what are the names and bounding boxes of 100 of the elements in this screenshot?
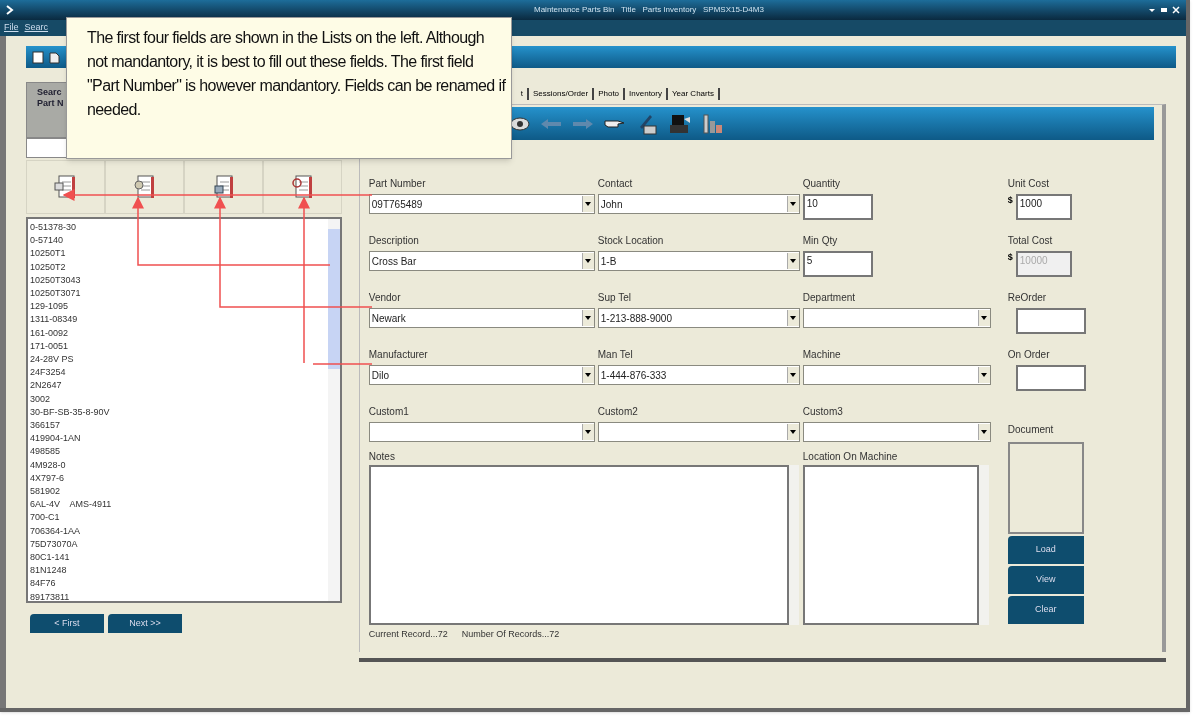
- list-item[interactable]: 80C1-141: [30, 551, 328, 565]
- field-label: Stock Location: [597, 235, 664, 246]
- menu-item[interactable]: Searc: [24, 21, 49, 35]
- list-item[interactable]: 10250T3071: [30, 287, 328, 301]
- list-item[interactable]: 0-57140: [30, 234, 328, 248]
- status-text: Number Of Records...72: [461, 628, 560, 641]
- tab[interactable]: Sessions/Order: [529, 88, 595, 100]
- minimize-icon[interactable]: [1148, 6, 1156, 14]
- close-icon[interactable]: [1172, 6, 1180, 14]
- list-item[interactable]: 1311-08349: [30, 313, 328, 327]
- combo-box[interactable]: Newark: [368, 308, 595, 328]
- tooltip: The first four fields are shown in the Lists on the left. Although not mandantory, it is best to fill out these fields. The first field "Part Number" is however mandantory. Fields can be renamed if needed.: [66, 17, 512, 159]
- field-label: Part Number: [368, 178, 426, 189]
- combo-box[interactable]: Cross Bar: [368, 251, 595, 271]
- combo-box[interactable]: 1-444-876-333: [597, 365, 800, 385]
- list-item[interactable]: 10250T1: [30, 247, 328, 261]
- currency-symbol: $: [1007, 251, 1014, 264]
- list-button[interactable]: [183, 160, 263, 214]
- header-text: Searc: [37, 87, 62, 98]
- tab[interactable]: Photo: [594, 88, 626, 100]
- list-item[interactable]: 10250T3043: [30, 273, 328, 287]
- list-item[interactable]: 4X797-6: [30, 471, 328, 486]
- printer-icon[interactable]: [667, 112, 692, 135]
- text-field[interactable]: [1015, 365, 1086, 391]
- combo-box[interactable]: 1-213-888-9000: [597, 308, 800, 328]
- field-label: Custom2: [597, 406, 638, 417]
- text-field[interactable]: 5: [802, 251, 873, 277]
- maximize-icon[interactable]: [1160, 6, 1168, 14]
- window-title: Maintenance Parts Bin Title Parts Inventory SPMSX15-D4M3: [534, 4, 764, 16]
- list-item[interactable]: 75D73070A: [30, 537, 328, 552]
- list-item[interactable]: 581902: [30, 485, 328, 499]
- list-item[interactable]: 419904-1AN: [30, 432, 328, 446]
- list-item[interactable]: 161-0092: [30, 326, 328, 340]
- currency-symbol: $: [1007, 194, 1014, 207]
- page-icon[interactable]: [32, 50, 44, 64]
- list-button[interactable]: [262, 160, 342, 214]
- text-field[interactable]: [1015, 308, 1086, 334]
- list-button[interactable]: [26, 160, 105, 214]
- document-button[interactable]: Load: [1007, 536, 1084, 564]
- bar-chart-icon[interactable]: [701, 112, 724, 135]
- field-label: On Order: [1007, 349, 1050, 360]
- text-field[interactable]: 10: [802, 194, 873, 220]
- field-label: Custom3: [802, 406, 843, 417]
- document-icon: [212, 175, 235, 199]
- list-item[interactable]: 129-1095: [30, 300, 328, 314]
- list-item[interactable]: 3002: [30, 392, 328, 406]
- field-label: Total Cost: [1007, 235, 1053, 246]
- scrollbar[interactable]: [978, 465, 989, 625]
- list-item[interactable]: 10250T2: [30, 260, 328, 274]
- document-icon: [133, 175, 156, 199]
- list-item[interactable]: 2N2647: [30, 379, 328, 393]
- document-button[interactable]: Clear: [1007, 596, 1084, 624]
- field-label: Notes: [368, 450, 396, 464]
- field-label: Vendor: [368, 292, 401, 303]
- list-item[interactable]: 84F76: [30, 577, 328, 591]
- combo-box[interactable]: Dilo: [368, 365, 595, 385]
- document-icon: [291, 175, 314, 199]
- field-label: Sup Tel: [597, 292, 631, 303]
- list-button[interactable]: [104, 160, 184, 214]
- tab[interactable]: t: [516, 88, 529, 100]
- document-button[interactable]: View: [1007, 566, 1084, 594]
- header-text: Part N: [37, 98, 64, 109]
- list-item[interactable]: 366157: [30, 419, 328, 433]
- list-item[interactable]: 89173811: [30, 590, 328, 604]
- combo-box[interactable]: 1-B: [597, 251, 800, 271]
- page-icon[interactable]: [48, 50, 60, 64]
- nav-button[interactable]: Next >>: [108, 614, 182, 633]
- list-item[interactable]: 6AL-4V AMS-4911: [30, 498, 328, 512]
- scrollbar[interactable]: [327, 219, 340, 601]
- list-item[interactable]: 30-BF-SB-35-8-90V: [30, 405, 328, 420]
- document-icon: [54, 175, 77, 199]
- field-label: Machine: [802, 349, 841, 360]
- tab[interactable]: Inventory: [625, 88, 668, 100]
- list-item[interactable]: 24-28V PS: [30, 353, 328, 367]
- menu-item[interactable]: File: [4, 21, 19, 35]
- list-item[interactable]: 24F3254: [30, 366, 328, 380]
- field-label: Department: [802, 292, 856, 303]
- field-label: Custom1: [368, 406, 409, 417]
- chevron-icon: [6, 5, 14, 15]
- scrollbar[interactable]: [788, 465, 799, 625]
- field-label: Location On Machine: [802, 450, 899, 464]
- list-item[interactable]: 81N1248: [30, 564, 328, 578]
- list-item[interactable]: 706364-1AA: [30, 524, 328, 538]
- field-label: Man Tel: [597, 349, 633, 360]
- field-label: Contact: [597, 178, 633, 189]
- list-item[interactable]: 4M928-0: [30, 458, 328, 472]
- combo-box[interactable]: John: [597, 194, 800, 214]
- combo-box[interactable]: 09T765489: [368, 194, 595, 214]
- nav-button[interactable]: < First: [30, 614, 104, 633]
- field-label: Unit Cost: [1007, 178, 1049, 189]
- tab[interactable]: Year Charts: [667, 88, 720, 100]
- field-label: Quantity: [802, 178, 841, 189]
- field-label: Document: [1007, 423, 1055, 437]
- list-item[interactable]: 498585: [30, 445, 328, 459]
- field-label: Description: [368, 235, 419, 246]
- list-item[interactable]: 171-0051: [30, 339, 328, 354]
- list-item[interactable]: 700-C1: [30, 511, 328, 525]
- list-item[interactable]: 0-51378-30: [30, 221, 328, 235]
- field-label: ReOrder: [1007, 292, 1047, 303]
- currency-field[interactable]: 1000: [1015, 194, 1072, 220]
